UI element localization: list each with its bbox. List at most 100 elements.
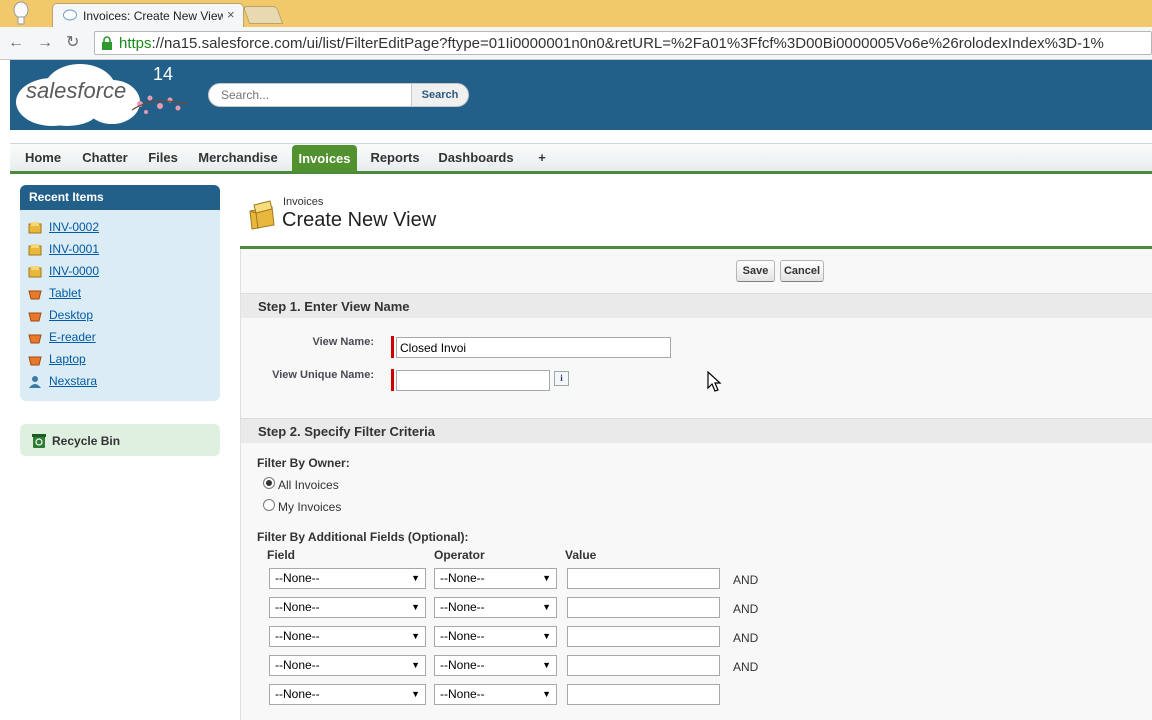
- merchandise-icon: [28, 334, 42, 344]
- filter-field-select[interactable]: --None-- ▼: [269, 597, 426, 618]
- recent-item-link[interactable]: INV-0002: [49, 220, 99, 234]
- filter-field-select[interactable]: --None-- ▼: [269, 626, 426, 647]
- filter-field-select[interactable]: --None-- ▼: [269, 684, 426, 705]
- close-tab-icon[interactable]: ×: [227, 7, 235, 22]
- filter-operator-select[interactable]: --None-- ▼: [434, 655, 557, 676]
- release-version: 14: [153, 64, 174, 84]
- dropdown-arrow-icon: ▼: [411, 631, 420, 641]
- view-name-label: View Name:: [312, 336, 374, 348]
- dropdown-arrow-icon: ▼: [411, 602, 420, 612]
- recent-item-link[interactable]: Laptop: [49, 352, 86, 366]
- all-tabs-plus-icon[interactable]: +: [530, 144, 554, 172]
- filter-operator-select[interactable]: --None-- ▼: [434, 568, 557, 589]
- and-conjunction: AND: [733, 660, 759, 674]
- my-invoices-label[interactable]: My Invoices: [278, 500, 341, 514]
- dropdown-arrow-icon: ▼: [542, 689, 551, 699]
- tab-invoices[interactable]: Invoices: [292, 145, 357, 172]
- dropdown-arrow-icon: ▼: [542, 573, 551, 583]
- invoice-object-icon: [249, 200, 275, 230]
- reload-icon[interactable]: ↻: [66, 33, 79, 53]
- info-icon[interactable]: i: [554, 371, 569, 386]
- filter-field-select[interactable]: --None-- ▼: [269, 655, 426, 676]
- page-header: Invoices Create New View: [240, 185, 1152, 249]
- salesforce-header: salesforce 14 Search: [10, 60, 1152, 130]
- browser-toolbar: ← → ↻ https://na15.salesforce.com/ui/lis…: [0, 27, 1152, 60]
- dropdown-arrow-icon: ▼: [542, 631, 551, 641]
- recycle-bin[interactable]: Recycle Bin: [20, 424, 220, 456]
- recent-item-link[interactable]: E-reader: [49, 330, 96, 344]
- filter-additional-fields-label: Filter By Additional Fields (Optional):: [257, 530, 469, 544]
- mouse-cursor-icon: [707, 371, 722, 392]
- logo-wordmark: salesforce: [26, 78, 126, 103]
- and-conjunction: AND: [733, 573, 759, 587]
- and-conjunction: AND: [733, 602, 759, 616]
- filter-operator-select[interactable]: --None-- ▼: [434, 597, 557, 618]
- address-bar[interactable]: https://na15.salesforce.com/ui/list/Filt…: [94, 31, 1152, 55]
- filter-value-input[interactable]: [567, 568, 720, 589]
- filter-value-input[interactable]: [567, 597, 720, 618]
- lock-icon: [102, 36, 112, 50]
- page-object-type: Invoices: [283, 196, 324, 208]
- view-unique-name-field[interactable]: [396, 370, 550, 391]
- invoice-icon: [28, 222, 42, 234]
- filter-operator-select[interactable]: --None-- ▼: [434, 626, 557, 647]
- tab-reports[interactable]: Reports: [365, 144, 425, 172]
- step2-header: Step 2. Specify Filter Criteria: [241, 418, 1152, 443]
- browser-profile-icon[interactable]: [6, 0, 36, 25]
- recent-item-link[interactable]: INV-0000: [49, 264, 99, 278]
- filter-value-input[interactable]: [567, 626, 720, 647]
- filter-by-owner-label: Filter By Owner:: [257, 456, 350, 470]
- recent-item-link[interactable]: Tablet: [49, 286, 81, 300]
- required-indicator: [391, 336, 394, 358]
- search-input[interactable]: [208, 83, 412, 107]
- required-indicator: [391, 369, 394, 391]
- filter-value-input[interactable]: [567, 684, 720, 705]
- tab-home[interactable]: Home: [16, 144, 70, 172]
- salesforce-favicon-icon: [63, 9, 77, 21]
- recent-item-link[interactable]: INV-0001: [49, 242, 99, 256]
- filter-value-input[interactable]: [567, 655, 720, 676]
- recent-items-title: Recent Items: [20, 185, 220, 210]
- invoice-icon: [28, 244, 42, 256]
- browser-tab-bar: Invoices: Create New View ×: [0, 0, 1152, 27]
- value-column-header: Value: [565, 548, 597, 562]
- new-tab-button[interactable]: [242, 6, 284, 24]
- dropdown-arrow-icon: ▼: [542, 660, 551, 670]
- filter-field-select[interactable]: --None-- ▼: [269, 568, 426, 589]
- search-button[interactable]: Search: [411, 83, 469, 107]
- browser-tab-title: Invoices: Create New View: [83, 9, 223, 23]
- forward-arrow-icon[interactable]: →: [37, 33, 53, 53]
- edit-view-panel: Save Cancel Step 1. Enter View Name View…: [240, 249, 1152, 720]
- save-button[interactable]: Save: [736, 260, 775, 282]
- back-arrow-icon[interactable]: ←: [8, 33, 24, 53]
- tab-dashboards[interactable]: Dashboards: [434, 144, 518, 172]
- recent-items-panel: Recent Items INV-0002 INV-0001 INV-0000 …: [20, 185, 220, 401]
- recent-item-link[interactable]: Desktop: [49, 308, 93, 322]
- tab-merchandise[interactable]: Merchandise: [193, 144, 283, 172]
- dropdown-arrow-icon: ▼: [542, 602, 551, 612]
- all-invoices-radio[interactable]: [263, 477, 275, 489]
- tab-chatter[interactable]: Chatter: [74, 144, 136, 172]
- invoice-icon: [28, 266, 42, 278]
- step1-header: Step 1. Enter View Name: [241, 293, 1152, 318]
- my-invoices-radio[interactable]: [263, 499, 275, 511]
- browser-tab-active[interactable]: Invoices: Create New View ×: [52, 3, 244, 27]
- all-invoices-label[interactable]: All Invoices: [278, 478, 339, 492]
- filter-operator-select[interactable]: --None-- ▼: [434, 684, 557, 705]
- recycle-bin-icon: [32, 434, 46, 448]
- user-icon: [29, 376, 41, 388]
- merchandise-icon: [28, 290, 42, 300]
- recent-item-link[interactable]: Nexstara: [49, 374, 97, 388]
- view-name-field[interactable]: [396, 337, 671, 358]
- operator-column-header: Operator: [434, 548, 485, 562]
- and-conjunction: AND: [733, 631, 759, 645]
- dropdown-arrow-icon: ▼: [411, 660, 420, 670]
- merchandise-icon: [28, 312, 42, 322]
- tab-files[interactable]: Files: [141, 144, 185, 172]
- cancel-button[interactable]: Cancel: [780, 260, 824, 282]
- dropdown-arrow-icon: ▼: [411, 573, 420, 583]
- field-column-header: Field: [267, 548, 296, 562]
- app-nav-tabs: Home Chatter Files Merchandise Invoices …: [10, 143, 1152, 174]
- recycle-bin-label[interactable]: Recycle Bin: [52, 434, 120, 448]
- url-text: https://na15.salesforce.com/ui/list/Filt…: [119, 35, 1104, 52]
